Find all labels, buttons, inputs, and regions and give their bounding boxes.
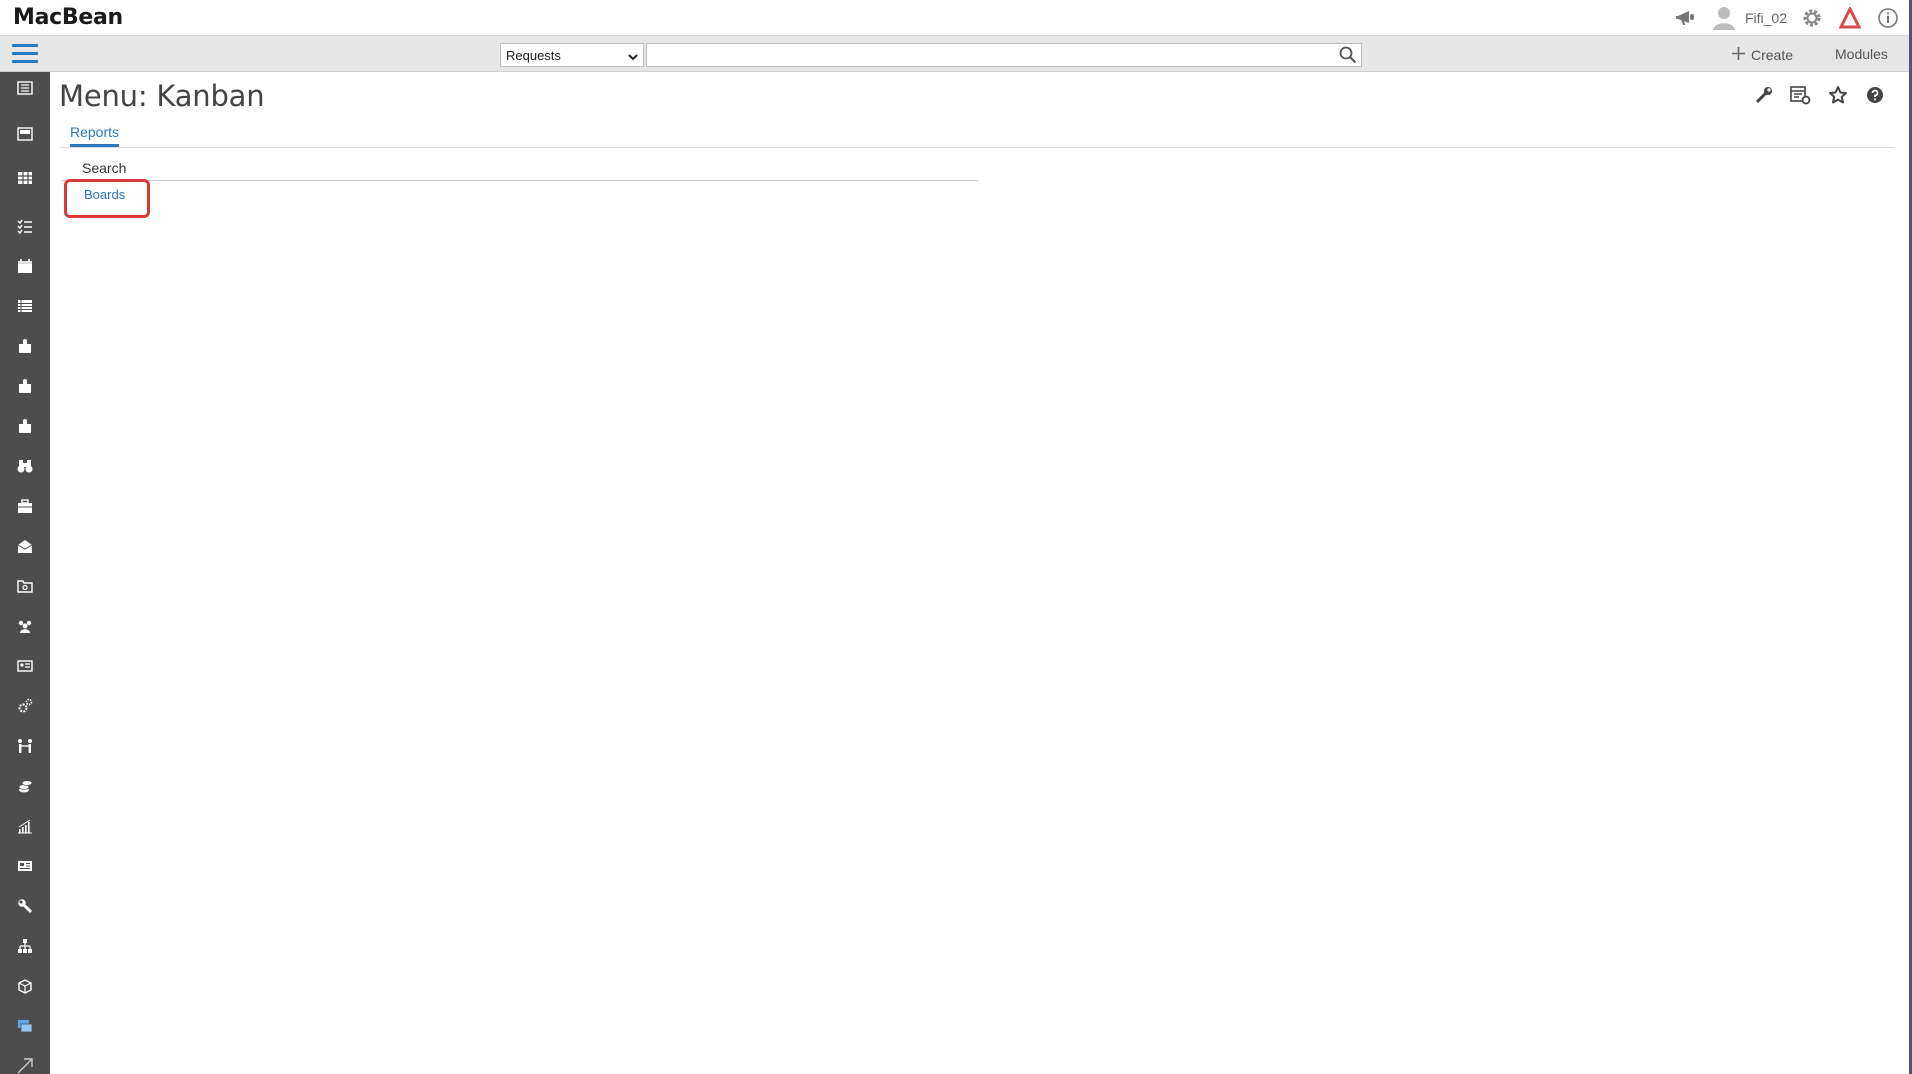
top-header: MacBean Fifi_02 — [0, 0, 1909, 36]
search-scope-select[interactable]: Requests — [500, 43, 644, 67]
main-content: Menu: Kanban Reports Search Boards — [50, 72, 1909, 1074]
search-scope-value: Requests — [506, 47, 561, 63]
contact-card-icon — [17, 658, 33, 679]
windows-icon — [17, 1018, 33, 1039]
sidebar-item-folder[interactable] — [0, 572, 50, 604]
sidebar-item-puzzle-1[interactable] — [0, 332, 50, 364]
highlight-box — [64, 179, 150, 218]
sidebar-item-package[interactable] — [0, 972, 50, 1004]
puzzle-icon — [17, 378, 33, 399]
chart-icon — [17, 818, 33, 839]
wrench-icon[interactable] — [1752, 83, 1776, 107]
star-icon[interactable] — [1826, 83, 1850, 107]
binoculars-icon — [17, 458, 33, 479]
search-icon[interactable] — [1336, 44, 1360, 66]
search-input[interactable] — [646, 43, 1362, 67]
sidebar-item-list[interactable] — [0, 292, 50, 324]
sidebar-item-news[interactable] — [0, 852, 50, 884]
sidebar-item-network-people[interactable] — [0, 732, 50, 764]
sidebar-item-expand[interactable] — [0, 1052, 50, 1074]
chevron-down-icon — [628, 50, 638, 65]
news-icon — [17, 858, 33, 879]
list-icon — [17, 298, 33, 319]
building-icon — [17, 80, 33, 101]
sidebar-item-tasks[interactable] — [0, 212, 50, 244]
sidebar-item-people[interactable] — [0, 612, 50, 644]
page-actions — [1752, 83, 1887, 107]
page-title: Menu: Kanban — [59, 79, 265, 113]
megaphone-icon[interactable] — [1673, 5, 1699, 31]
tab-reports[interactable]: Reports — [70, 124, 120, 147]
sidebar-item-puzzle-3[interactable] — [0, 412, 50, 444]
org-chart-icon — [17, 938, 33, 959]
search-section: Search Boards — [62, 158, 978, 202]
sidebar-item-tray[interactable] — [0, 120, 50, 152]
sidebar-item-contact-card[interactable] — [0, 652, 50, 684]
sidebar — [0, 72, 50, 1074]
sidebar-item-puzzle-2[interactable] — [0, 372, 50, 404]
sidebar-item-org-chart[interactable] — [0, 932, 50, 964]
sidebar-item-briefcase[interactable] — [0, 492, 50, 524]
puzzle-icon — [17, 418, 33, 439]
sidebar-item-chart[interactable] — [0, 812, 50, 844]
sidebar-item-wrench[interactable] — [0, 892, 50, 924]
create-button[interactable]: Create — [1732, 44, 1793, 66]
user-avatar-icon[interactable] — [1711, 5, 1737, 31]
modules-button[interactable]: Modules — [1835, 46, 1888, 62]
app-window: MacBean Fifi_02 Requests Create Modules … — [0, 0, 1912, 1074]
sidebar-item-mail-open[interactable] — [0, 532, 50, 564]
info-icon[interactable] — [1875, 5, 1901, 31]
sidebar-item-building[interactable] — [0, 74, 50, 106]
table-icon — [17, 170, 33, 191]
people-icon — [17, 618, 33, 639]
brand-logo[interactable]: MacBean — [13, 5, 123, 30]
coins-icon — [17, 778, 33, 799]
calendar-icon — [17, 258, 33, 279]
briefcase-icon — [17, 498, 33, 519]
gears-icon — [17, 698, 33, 719]
package-icon — [17, 978, 33, 999]
gear-icon[interactable] — [1799, 5, 1825, 31]
create-button-label: Create — [1751, 47, 1794, 63]
sidebar-item-calendar[interactable] — [0, 252, 50, 284]
tab-bar: Reports — [60, 124, 1894, 148]
sidebar-item-gears[interactable] — [0, 692, 50, 724]
network-people-icon — [17, 738, 33, 759]
help-icon[interactable] — [1863, 83, 1887, 107]
search-toolbar: Requests Create Modules — [0, 36, 1909, 72]
wrench-icon — [17, 898, 33, 919]
mail-open-icon — [17, 538, 33, 559]
plus-icon — [1732, 47, 1745, 63]
page-settings-icon[interactable] — [1789, 83, 1813, 107]
sidebar-item-windows[interactable] — [0, 1012, 50, 1044]
sidebar-item-table[interactable] — [0, 164, 50, 196]
header-actions: Fifi_02 — [1673, 4, 1901, 32]
puzzle-icon — [17, 338, 33, 359]
brand-logo-icon[interactable] — [1837, 5, 1863, 31]
sidebar-item-binoculars[interactable] — [0, 452, 50, 484]
hamburger-menu-icon[interactable] — [12, 44, 38, 64]
tray-icon — [17, 126, 33, 147]
expand-icon — [16, 1057, 34, 1074]
section-title: Search — [62, 158, 978, 181]
username-label[interactable]: Fifi_02 — [1745, 10, 1787, 26]
tasks-icon — [17, 218, 33, 239]
sidebar-item-coins[interactable] — [0, 772, 50, 804]
folder-icon — [17, 578, 33, 599]
